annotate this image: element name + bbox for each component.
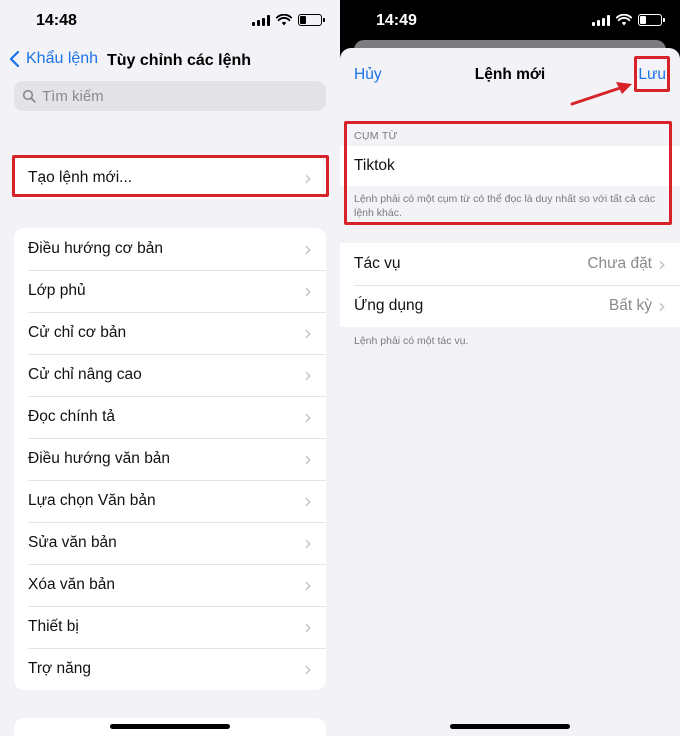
cellular-signal-icon [252, 14, 270, 26]
new-command-screen: 14:49 Hủy Lệnh mới Lưu CỤM TỪ Tiktok Lện… [340, 0, 680, 736]
search-field[interactable]: Tìm kiếm [14, 81, 326, 111]
chevron-right-icon: › [304, 573, 312, 597]
search-icon [22, 89, 36, 103]
home-indicator[interactable] [110, 724, 230, 729]
highlight-box [344, 121, 672, 225]
category-row[interactable]: Cử chỉ cơ bản › [14, 312, 326, 354]
category-label: Lớp phủ [28, 282, 86, 299]
category-label: Trợ năng [28, 660, 92, 677]
status-icons [252, 14, 325, 26]
category-row[interactable]: Xóa văn bản › [14, 564, 326, 606]
category-row[interactable]: Lớp phủ › [14, 270, 326, 312]
nav-bar: Khẩu lệnh Tùy chỉnh các lệnh [0, 46, 340, 76]
page-title: Tùy chỉnh các lệnh [107, 52, 252, 69]
category-row[interactable]: Cử chỉ nâng cao › [14, 354, 326, 396]
chevron-right-icon: › [658, 252, 666, 276]
action-label: Tác vụ [354, 255, 401, 272]
cellular-signal-icon [592, 14, 610, 26]
battery-icon [298, 14, 325, 26]
highlight-box [634, 56, 670, 92]
category-row[interactable]: Trợ năng › [14, 648, 326, 690]
chevron-right-icon: › [304, 363, 312, 387]
app-value: Bất kỳ [608, 297, 652, 314]
chevron-right-icon: › [304, 237, 312, 261]
highlight-box [12, 155, 329, 197]
status-icons [592, 14, 665, 26]
action-footer-text: Lệnh phải có một tác vụ. [354, 335, 469, 347]
wifi-icon [276, 14, 292, 26]
home-indicator[interactable] [450, 724, 570, 729]
category-row[interactable]: Điều hướng cơ bản › [14, 228, 326, 270]
status-bar: 14:48 [0, 0, 340, 44]
category-label: Lựa chọn Văn bản [28, 492, 156, 509]
category-row[interactable]: Sửa văn bản › [14, 522, 326, 564]
category-label: Thiết bị [28, 618, 79, 635]
chevron-right-icon: › [304, 321, 312, 345]
settings-group: Tác vụ Chưa đặt › Ứng dụng Bất kỳ › [340, 243, 680, 327]
app-row[interactable]: Ứng dụng Bất kỳ › [340, 285, 680, 327]
back-button[interactable]: Khẩu lệnh [8, 50, 98, 68]
annotation-arrow [570, 82, 632, 106]
category-row[interactable]: Đọc chính tả › [14, 396, 326, 438]
screenshot-composite: 14:48 Khẩu lệnh Tùy chỉnh các lệnh Tìm k… [0, 0, 680, 736]
chevron-right-icon: › [304, 447, 312, 471]
category-row[interactable]: Lựa chọn Văn bản › [14, 480, 326, 522]
status-time: 14:49 [376, 12, 417, 29]
app-label: Ứng dụng [354, 297, 424, 314]
category-label: Điều hướng văn bản [28, 450, 171, 467]
category-label: Cử chỉ cơ bản [28, 324, 127, 341]
category-label: Sửa văn bản [28, 534, 117, 551]
category-label: Cử chỉ nâng cao [28, 366, 142, 383]
category-label: Đọc chính tả [28, 408, 116, 425]
chevron-right-icon: › [304, 615, 312, 639]
action-row[interactable]: Tác vụ Chưa đặt › [340, 243, 680, 285]
action-value: Chưa đặt [587, 255, 652, 272]
category-row[interactable]: Thiết bị › [14, 606, 326, 648]
category-row[interactable]: Điều hướng văn bản › [14, 438, 326, 480]
category-label: Xóa văn bản [28, 576, 116, 593]
chevron-right-icon: › [304, 279, 312, 303]
search-placeholder: Tìm kiếm [42, 87, 104, 105]
categories-list: Điều hướng cơ bản › Lớp phủ › Cử chỉ cơ bả… [14, 228, 326, 690]
chevron-left-icon [9, 50, 20, 68]
custom-commands-screen: 14:48 Khẩu lệnh Tùy chỉnh các lệnh Tìm k… [0, 0, 340, 736]
status-time: 14:48 [36, 12, 77, 29]
category-label: Điều hướng cơ bản [28, 240, 163, 257]
chevron-right-icon: › [304, 531, 312, 555]
wifi-icon [616, 14, 632, 26]
chevron-right-icon: › [304, 657, 312, 681]
battery-icon [638, 14, 665, 26]
chevron-right-icon: › [304, 405, 312, 429]
chevron-right-icon: › [658, 294, 666, 318]
status-bar: 14:49 [340, 0, 680, 44]
back-label: Khẩu lệnh [26, 50, 99, 67]
chevron-right-icon: › [304, 489, 312, 513]
